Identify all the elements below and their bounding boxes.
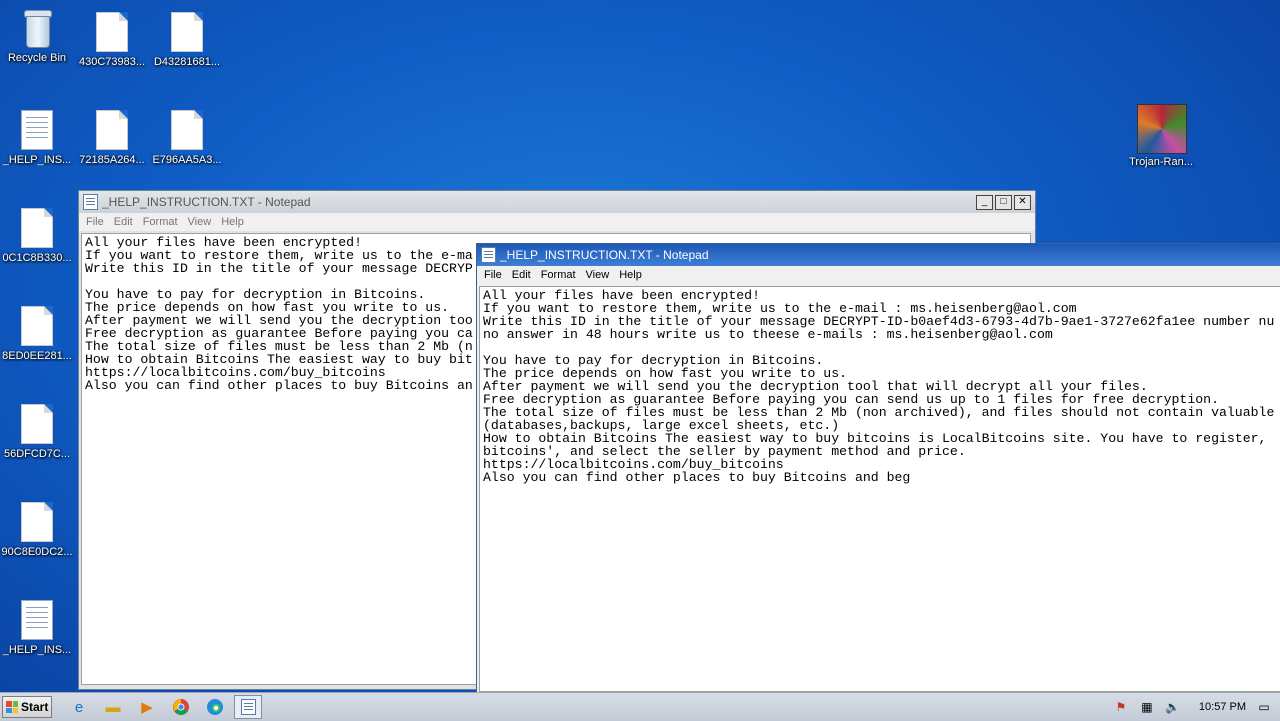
text-file-icon	[21, 600, 53, 640]
windows-logo-icon	[6, 701, 18, 713]
desktop-icon-file[interactable]: 72185A264...	[75, 110, 149, 166]
desktop-icon-label: 90C8E0DC2...	[1, 546, 73, 558]
system-tray: ⚑ ▦ 🔈 10:57 PM ▭	[1113, 699, 1280, 715]
menu-edit[interactable]: Edit	[109, 216, 138, 228]
anyrun-watermark: ANY RUN	[1036, 610, 1265, 664]
desktop-icon-recycle-bin[interactable]: Recycle Bin	[0, 8, 74, 64]
file-icon	[171, 12, 203, 52]
desktop-icon-label: 0C1C8B330...	[2, 252, 72, 264]
desktop-icon-label: E796AA5A3...	[152, 154, 222, 166]
desktop-icon-file[interactable]: 8ED0EE281...	[0, 306, 74, 362]
file-icon	[21, 404, 53, 444]
volume-icon[interactable]: 🔈	[1165, 699, 1181, 715]
clock[interactable]: 10:57 PM	[1199, 701, 1246, 713]
start-label: Start	[21, 700, 49, 714]
network-icon[interactable]: ▦	[1139, 699, 1155, 715]
taskbar-notepad-button[interactable]	[234, 695, 262, 719]
desktop-icon-file[interactable]: D43281681...	[150, 12, 224, 68]
file-icon	[171, 110, 203, 150]
menu-help[interactable]: Help	[614, 269, 647, 281]
action-center-flag-icon[interactable]: ⚑	[1113, 699, 1129, 715]
text-file-icon	[21, 110, 53, 150]
desktop-icon-file[interactable]: 0C1C8B330...	[0, 208, 74, 264]
menu-bar: File Edit Format View Help	[79, 213, 1035, 231]
menu-file[interactable]: File	[479, 269, 507, 281]
minimize-button[interactable]: _	[976, 194, 993, 210]
desktop-icon-label: D43281681...	[153, 56, 221, 68]
chrome-icon[interactable]	[170, 696, 192, 718]
menu-bar: File Edit Format View Help	[477, 266, 1280, 284]
window-title: _HELP_INSTRUCTION.TXT - Notepad	[102, 195, 311, 209]
desktop-icon-label: 56DFCD7C...	[3, 448, 71, 460]
desktop-icon-file[interactable]: E796AA5A3...	[150, 110, 224, 166]
menu-file[interactable]: File	[81, 216, 109, 228]
file-icon	[21, 306, 53, 346]
menu-view[interactable]: View	[581, 269, 615, 281]
taskbar: Start e ▬ ▶ ⚑ ▦ 🔈 10:57 PM ▭	[0, 692, 1280, 721]
desktop-icon-file[interactable]: 430C73983...	[75, 12, 149, 68]
recycle-bin-icon	[22, 8, 52, 48]
menu-format[interactable]: Format	[138, 216, 183, 228]
maximize-button[interactable]: □	[995, 194, 1012, 210]
edge-icon[interactable]	[204, 696, 226, 718]
desktop-icon-label: Recycle Bin	[7, 52, 67, 64]
desktop-icon-file[interactable]: 90C8E0DC2...	[0, 502, 74, 558]
titlebar[interactable]: _HELP_INSTRUCTION.TXT - Notepad _ □ ✕	[79, 191, 1035, 213]
internet-explorer-icon[interactable]: e	[68, 696, 90, 718]
notepad-icon	[83, 194, 98, 210]
desktop-icon-trojan[interactable]: Trojan-Ran...	[1124, 104, 1198, 168]
file-icon	[96, 110, 128, 150]
menu-edit[interactable]: Edit	[507, 269, 536, 281]
file-explorer-icon[interactable]: ▬	[102, 696, 124, 718]
notepad-icon	[481, 247, 496, 263]
desktop-icon-help-instruction[interactable]: _HELP_INS...	[0, 600, 74, 656]
desktop-icon-label: Trojan-Ran...	[1129, 156, 1193, 168]
menu-help[interactable]: Help	[216, 216, 249, 228]
file-icon	[21, 208, 53, 248]
file-icon	[96, 12, 128, 52]
notepad-icon	[240, 699, 256, 715]
window-title: _HELP_INSTRUCTION.TXT - Notepad	[500, 248, 709, 262]
menu-format[interactable]: Format	[536, 269, 581, 281]
desktop-icon-label: 72185A264...	[79, 154, 145, 166]
desktop-icon-label: _HELP_INS...	[2, 154, 72, 166]
menu-view[interactable]: View	[183, 216, 217, 228]
trojan-image-icon	[1137, 104, 1187, 154]
close-button[interactable]: ✕	[1014, 194, 1031, 210]
desktop-icon-file[interactable]: 56DFCD7C...	[0, 404, 74, 460]
desktop-icon-label: 430C73983...	[78, 56, 146, 68]
show-desktop-icon[interactable]: ▭	[1256, 699, 1272, 715]
file-icon	[21, 502, 53, 542]
titlebar[interactable]: _HELP_INSTRUCTION.TXT - Notepad	[477, 244, 1280, 266]
start-button[interactable]: Start	[2, 696, 52, 718]
desktop-icon-label: 8ED0EE281...	[2, 350, 72, 362]
media-player-icon[interactable]: ▶	[136, 696, 158, 718]
desktop-icon-label: _HELP_INS...	[2, 644, 72, 656]
desktop-icon-help-instruction[interactable]: _HELP_INS...	[0, 110, 74, 166]
